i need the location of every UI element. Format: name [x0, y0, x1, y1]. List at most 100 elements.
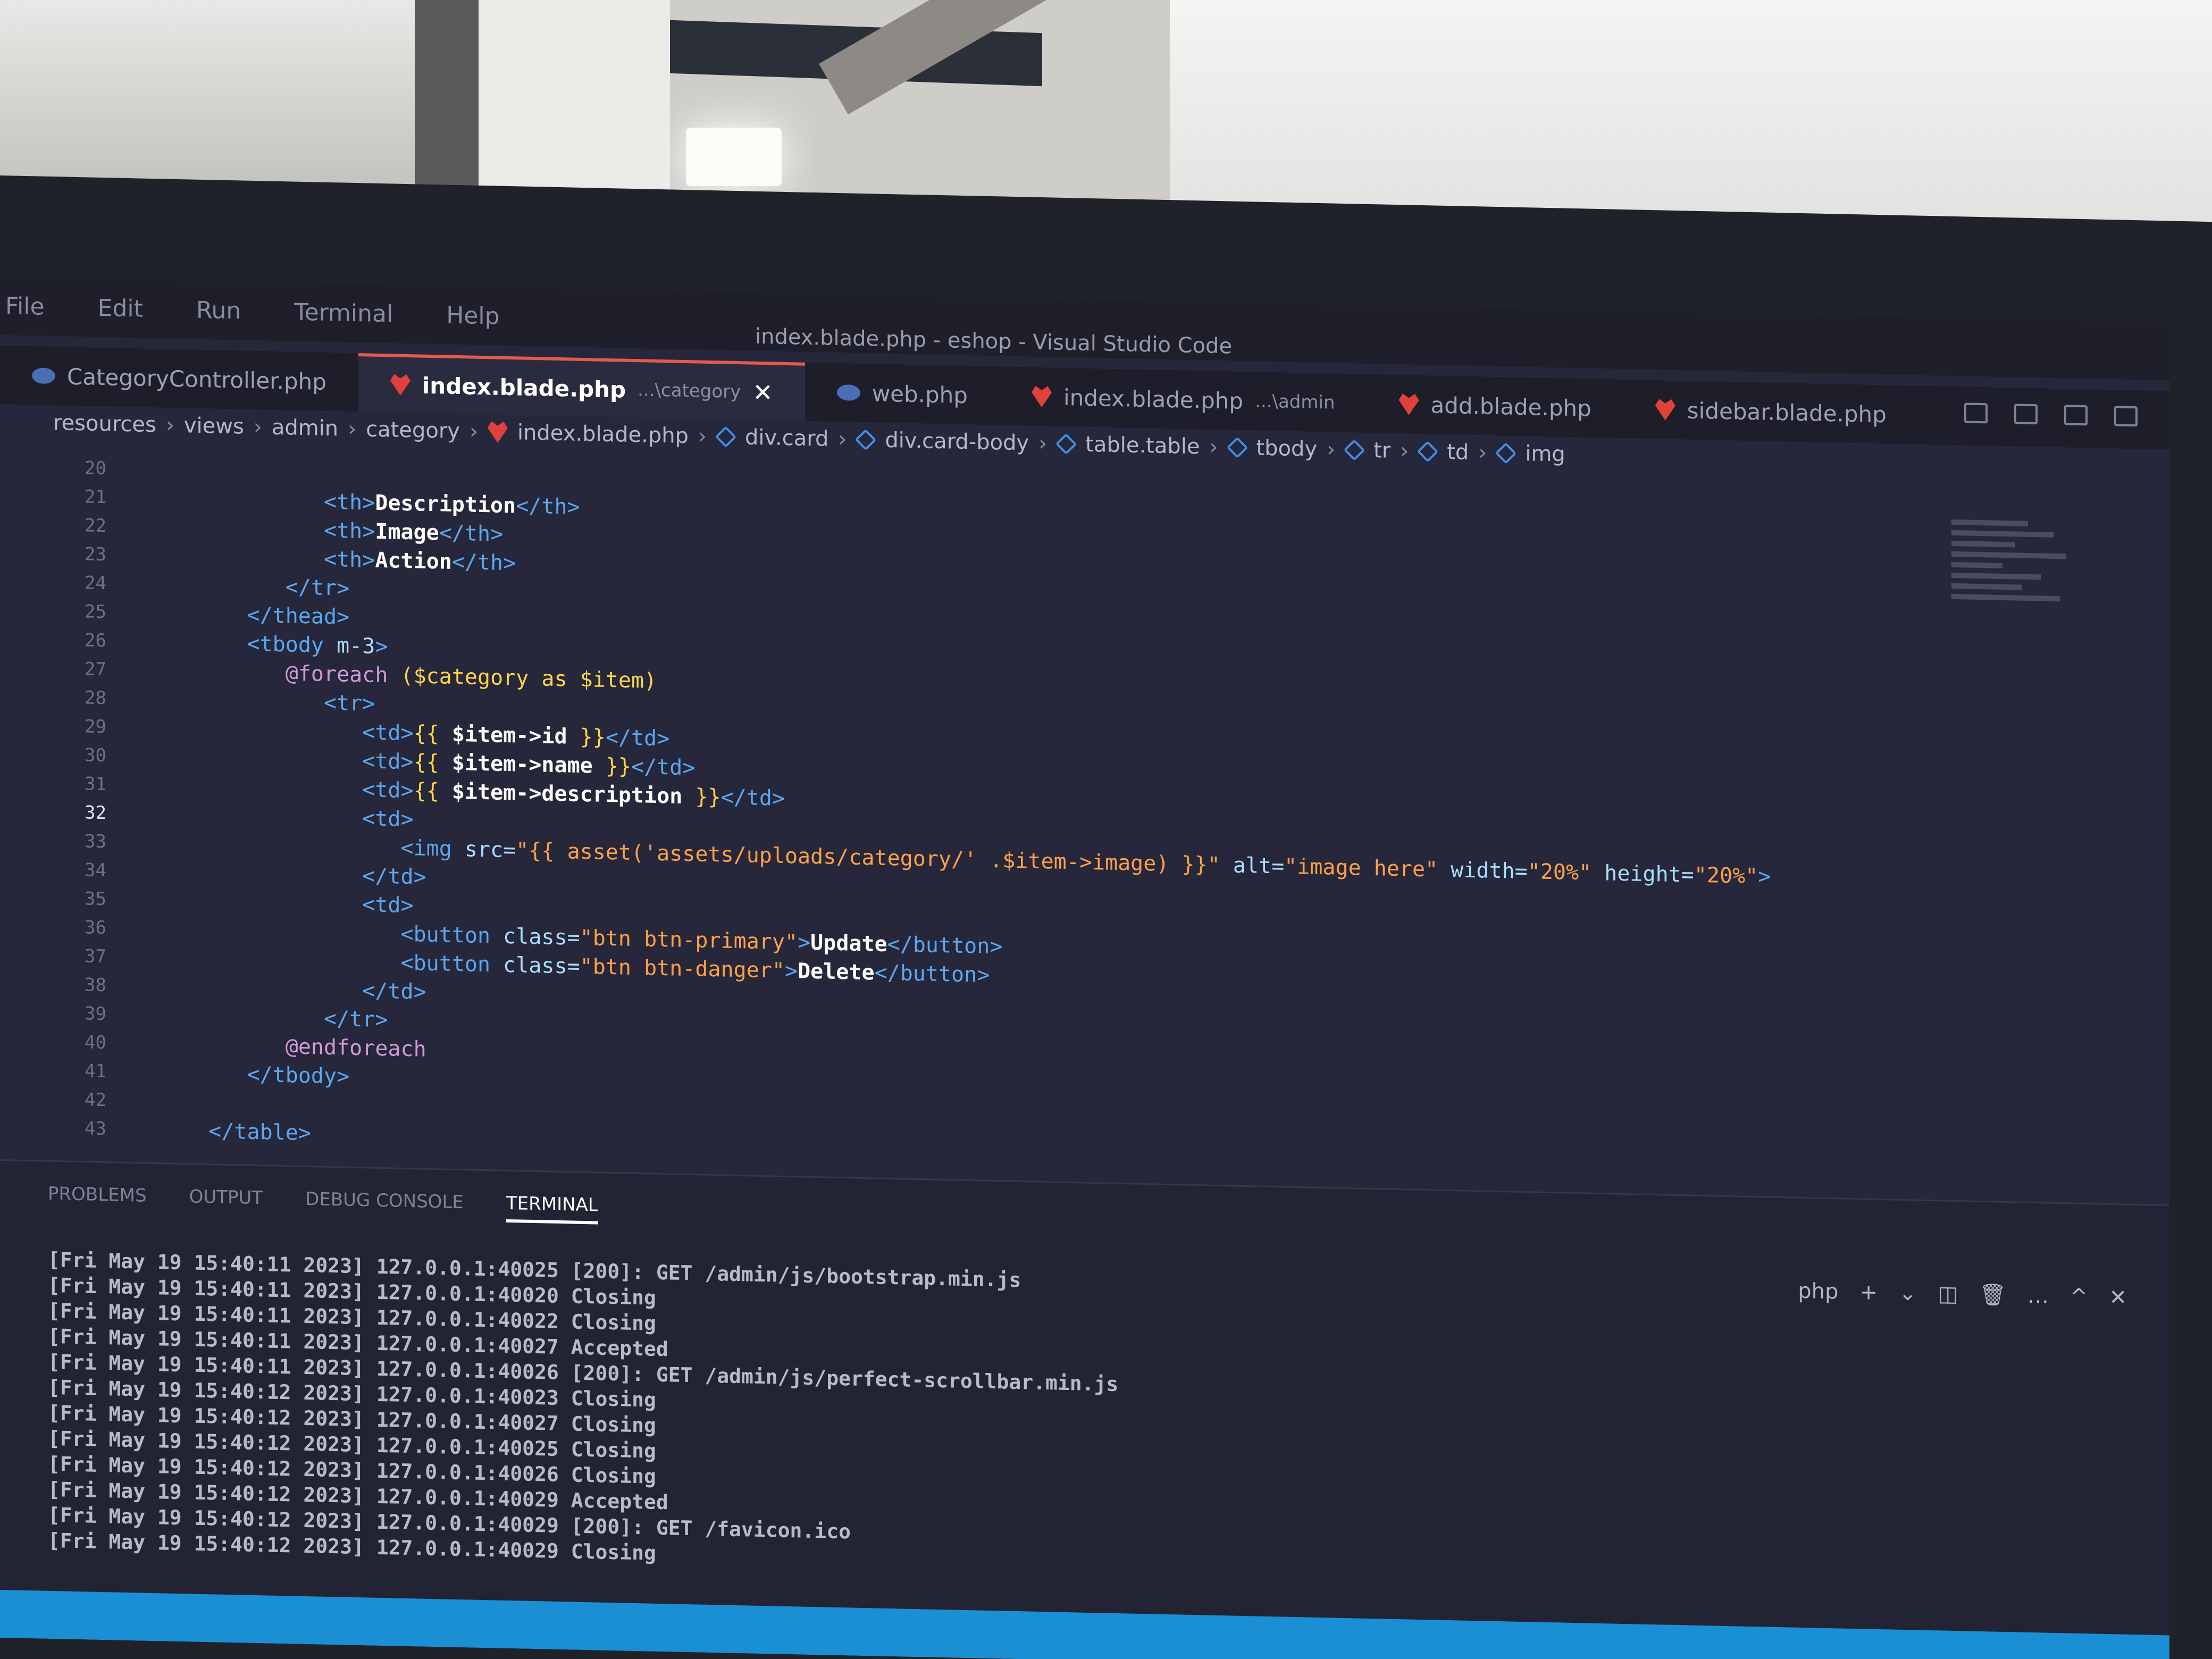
- code-lines[interactable]: <th>Description</th> <th>Image</th> <th>…: [170, 456, 2084, 1185]
- menu-bar: File Edit Run Terminal Help: [0, 292, 500, 330]
- chevron-right-icon: ›: [1209, 434, 1218, 459]
- ceiling-light: [686, 128, 782, 186]
- chevron-right-icon: ›: [165, 413, 174, 438]
- chevron-right-icon: ›: [1400, 439, 1409, 464]
- start-icon[interactable]: [32, 1649, 69, 1659]
- tab-label: index.blade.php: [422, 372, 626, 403]
- tab-problems[interactable]: PROBLEMS: [48, 1183, 147, 1215]
- line-number-current: 32: [85, 802, 106, 824]
- line-number: 33: [85, 831, 106, 853]
- toggle-sidebar-icon[interactable]: [1964, 403, 1988, 424]
- breadcrumb-item[interactable]: tbody: [1256, 435, 1318, 461]
- breadcrumb-item[interactable]: td: [1447, 440, 1469, 465]
- chevron-right-icon: ›: [1038, 431, 1048, 456]
- door: [479, 0, 670, 213]
- tab-directory: ...\category: [638, 379, 741, 403]
- split-terminal-icon[interactable]: ◫: [1938, 1281, 1958, 1306]
- chevron-right-icon: ›: [1327, 437, 1336, 462]
- file-explorer-icon[interactable]: [101, 1650, 138, 1659]
- vscode-window: File Edit Run Terminal Help index.blade.…: [0, 276, 2169, 1659]
- tab-debug-console[interactable]: DEBUG CONSOLE: [305, 1188, 464, 1221]
- line-number: 21: [85, 486, 106, 508]
- line-number: 20: [85, 457, 106, 480]
- breadcrumb-item[interactable]: admin: [272, 415, 338, 441]
- monitor: File Edit Run Terminal Help index.blade.…: [0, 175, 2212, 1659]
- line-number: 35: [85, 888, 106, 910]
- blade-icon: [1655, 399, 1675, 421]
- vscode-icon[interactable]: [239, 1653, 276, 1659]
- window-title: index.blade.php - eshop - Visual Studio …: [755, 324, 1233, 359]
- chevron-down-icon[interactable]: ⌄: [1899, 1280, 1917, 1305]
- breadcrumb-item[interactable]: views: [184, 413, 244, 439]
- element-icon: [1055, 433, 1077, 455]
- split-editor-icon[interactable]: [2064, 405, 2088, 426]
- line-number: 36: [85, 917, 106, 939]
- tab-web-php[interactable]: web.php: [805, 363, 1000, 425]
- terminal-output[interactable]: [Fri May 19 15:40:11 2023] 127.0.0.1:400…: [48, 1247, 1118, 1576]
- line-number: 42: [85, 1089, 106, 1111]
- panel-actions: php + ⌄ ◫ 🗑 … ^ ✕: [1798, 1278, 2127, 1310]
- line-number: 29: [85, 716, 106, 738]
- blade-icon: [390, 374, 410, 396]
- customize-layout-icon[interactable]: [2114, 406, 2138, 427]
- element-icon: [1417, 440, 1439, 463]
- tab-add-blade[interactable]: add.blade.php: [1367, 374, 1623, 438]
- toggle-panel-icon[interactable]: [2014, 404, 2038, 425]
- line-number: 43: [85, 1118, 106, 1140]
- tab-directory: ...\admin: [1255, 390, 1335, 414]
- plus-icon[interactable]: +: [1859, 1280, 1878, 1305]
- menu-terminal[interactable]: Terminal: [289, 298, 393, 328]
- breadcrumb-item[interactable]: resources: [53, 410, 156, 437]
- element-icon: [715, 426, 737, 448]
- breadcrumb-item[interactable]: table.table: [1085, 432, 1200, 459]
- breadcrumb-item[interactable]: img: [1525, 441, 1565, 467]
- close-icon[interactable]: ✕: [2109, 1285, 2127, 1310]
- tab-terminal[interactable]: TERMINAL: [506, 1192, 598, 1225]
- store-icon[interactable]: [170, 1652, 207, 1659]
- tab-categorycontroller[interactable]: CategoryController.php: [0, 346, 358, 412]
- more-icon[interactable]: …: [2027, 1283, 2049, 1308]
- code-editor[interactable]: 20 21 22 23 24 25 26 27 28 29 30 31 32 3…: [0, 452, 2127, 1193]
- menu-help[interactable]: Help: [441, 301, 499, 330]
- tab-index-blade-category[interactable]: index.blade.php ...\category ✕: [358, 353, 805, 421]
- line-number-gutter: 20 21 22 23 24 25 26 27 28 29 30 31 32 3…: [32, 453, 106, 1151]
- chevron-right-icon: ›: [698, 424, 707, 449]
- breadcrumb-item[interactable]: div.card: [745, 425, 828, 451]
- menu-run[interactable]: Run: [191, 297, 241, 325]
- line-number: 25: [85, 601, 106, 623]
- chevron-right-icon: ›: [253, 414, 262, 440]
- breadcrumb-item[interactable]: index.blade.php: [517, 420, 689, 448]
- app-icon[interactable]: [378, 1656, 415, 1659]
- close-icon[interactable]: ✕: [752, 378, 773, 407]
- tab-index-blade-admin[interactable]: index.blade.php ...\admin: [1000, 366, 1367, 432]
- tab-label: web.php: [872, 380, 968, 408]
- element-icon: [855, 429, 877, 451]
- tab-label: CategoryController.php: [67, 363, 326, 395]
- minimap[interactable]: [1951, 514, 2079, 676]
- element-icon: [1343, 439, 1365, 461]
- line-number: 34: [85, 859, 106, 882]
- trash-icon[interactable]: 🗑: [1979, 1282, 2006, 1308]
- breadcrumb-item[interactable]: category: [366, 417, 460, 443]
- line-number: 39: [85, 1003, 106, 1025]
- breadcrumb-item[interactable]: div.card-body: [885, 428, 1029, 456]
- menu-edit[interactable]: Edit: [93, 295, 143, 323]
- tab-label: index.blade.php: [1063, 384, 1244, 414]
- door-frame: [415, 0, 479, 207]
- element-icon: [1495, 442, 1517, 464]
- tab-sidebar-blade[interactable]: sidebar.blade.php: [1623, 380, 1918, 445]
- chevron-right-icon: ›: [348, 416, 357, 442]
- bottom-panel: PROBLEMS OUTPUT DEBUG CONSOLE TERMINAL p…: [0, 1159, 2169, 1659]
- line-number: 31: [85, 773, 106, 795]
- maximize-icon[interactable]: ^: [2070, 1284, 2088, 1309]
- line-number: 37: [85, 945, 106, 968]
- tab-output[interactable]: OUTPUT: [189, 1186, 263, 1217]
- browser-icon[interactable]: [308, 1655, 346, 1659]
- blade-icon: [1399, 393, 1419, 415]
- menu-file[interactable]: File: [0, 292, 45, 321]
- line-number: 23: [85, 543, 106, 566]
- terminal-shell-label[interactable]: php: [1798, 1278, 1838, 1304]
- line-number: 38: [85, 974, 106, 996]
- breadcrumb-item[interactable]: tr: [1373, 438, 1390, 463]
- line-number: 30: [85, 744, 106, 767]
